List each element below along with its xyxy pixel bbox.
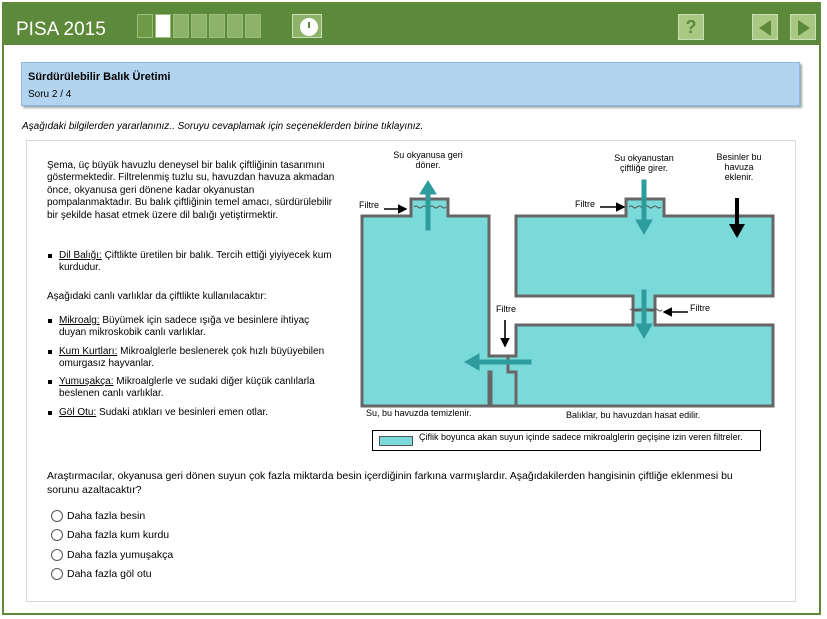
- question-text: Araştırmacılar, okyanusa geri dönen suyu…: [47, 470, 733, 496]
- list-item: Yumuşakça: Mikroalglerle ve sudaki diğer…: [47, 376, 337, 401]
- fish-farm-diagram: Su okyanusa geri döner. Su okyanustan çi…: [359, 150, 775, 420]
- arrow-left-icon: [759, 20, 771, 36]
- arrow-right-icon: [798, 20, 810, 36]
- progress-segment: [191, 14, 207, 38]
- next-button[interactable]: [790, 14, 816, 40]
- label-water-returns-2: döner.: [415, 160, 440, 170]
- caption-cleaning-pool: Su, bu havuzda temizlenir.: [366, 408, 472, 418]
- bullet-icon: [48, 319, 52, 323]
- bullet-icon: [48, 411, 52, 415]
- radio-button[interactable]: [51, 568, 63, 580]
- previous-button[interactable]: [752, 14, 778, 40]
- label-water-returns: Su okyanusa geri: [393, 150, 463, 160]
- instruction-text: Aşağıdaki bilgilerden yararlanınız.. Sor…: [22, 121, 424, 132]
- radio-button[interactable]: [51, 549, 63, 561]
- legend-text: Çiflik boyunca akan suyun içinde sadece …: [419, 432, 743, 442]
- help-button[interactable]: ?: [678, 14, 704, 40]
- progress-segment: [209, 14, 225, 38]
- label-nutrients: Besinler bu: [716, 152, 761, 162]
- list-item: Göl Otu: Sudaki atıkları ve besinleri em…: [47, 407, 337, 419]
- bullet-icon: [48, 380, 52, 384]
- progress-segment: [155, 14, 171, 38]
- term: Kum Kurtları:: [59, 346, 118, 357]
- flow-down-arrow: [641, 289, 647, 327]
- term: Yumuşakça:: [59, 376, 114, 387]
- flow-left-arrow: [475, 359, 532, 365]
- bullet-icon: [48, 350, 52, 354]
- option-label[interactable]: Daha fazla göl otu: [67, 568, 152, 580]
- option-label[interactable]: Daha fazla besin: [67, 510, 145, 522]
- filter-label: Filtre: [575, 199, 595, 209]
- top-bar: PISA 2015 ?: [4, 4, 819, 45]
- label-nutrients-2: havuza: [724, 162, 753, 172]
- list-item: Kum Kurtları: Mikroalglerle beslenerek ç…: [47, 346, 337, 371]
- left-pool: [360, 197, 529, 408]
- help-icon: ?: [685, 17, 697, 37]
- answer-option-3[interactable]: Daha fazla yumuşakça: [51, 547, 173, 563]
- label-water-enters-2: çiftliğe girer.: [620, 163, 668, 173]
- progress-bar: [137, 14, 261, 38]
- caption-harvest-pool: Balıklar, bu havuzdan hasat edilir.: [566, 410, 700, 420]
- filter-label: Filtre: [359, 200, 379, 210]
- progress-segment: [173, 14, 189, 38]
- progress-segment: [245, 14, 261, 38]
- label-nutrients-3: eklenir.: [725, 172, 754, 182]
- filter-label: Filtre: [496, 304, 516, 314]
- label-water-enters: Su okyanustan: [614, 153, 674, 163]
- arrow-up-icon: [419, 180, 437, 195]
- diagram-legend: Çiflik boyunca akan suyun içinde sadece …: [372, 430, 761, 451]
- unit-header: Sürdürülebilir Balık Üretimi Soru 2 / 4: [21, 62, 800, 106]
- unit-title: Sürdürülebilir Balık Üretimi: [28, 71, 171, 83]
- intro-paragraph-2: Aşağıdaki canlı varlıklar da çiftlikte k…: [47, 291, 267, 302]
- radio-button[interactable]: [51, 529, 63, 541]
- progress-segment: [227, 14, 243, 38]
- radio-button[interactable]: [51, 510, 63, 522]
- term: Dil Balığı:: [59, 250, 102, 261]
- list-item: Dil Balığı: Çiftlikte üretilen bir balık…: [47, 250, 337, 275]
- clock-icon: [300, 18, 318, 36]
- answer-option-2[interactable]: Daha fazla kum kurdu: [51, 527, 169, 543]
- timer-button[interactable]: [292, 14, 322, 38]
- answer-option-4[interactable]: Daha fazla göl otu: [51, 566, 152, 582]
- definition: Sudaki atıkları ve besinleri emen otlar.: [96, 407, 269, 418]
- bullet-icon: [48, 254, 52, 258]
- question-counter: Soru 2 / 4: [28, 89, 72, 100]
- water-in-arrow: [641, 179, 647, 223]
- term: Mikroalg:: [59, 315, 100, 326]
- app-title: PISA 2015: [16, 19, 106, 40]
- progress-segment: [137, 14, 153, 38]
- option-label[interactable]: Daha fazla kum kurdu: [67, 529, 169, 541]
- water-out-arrow: [425, 191, 431, 231]
- term: Göl Otu:: [59, 407, 97, 418]
- nutrient-arrow: [735, 198, 739, 226]
- filter-label: Filtre: [690, 303, 710, 313]
- option-label[interactable]: Daha fazla yumuşakça: [67, 549, 173, 561]
- answer-option-1[interactable]: Daha fazla besin: [51, 508, 145, 524]
- filter-swatch-icon: [379, 436, 413, 446]
- intro-paragraph: Şema, üç büyük havuzlu deneysel bir balı…: [47, 160, 335, 221]
- list-item: Mikroalg: Büyümek için sadece ışığa ve b…: [47, 315, 337, 340]
